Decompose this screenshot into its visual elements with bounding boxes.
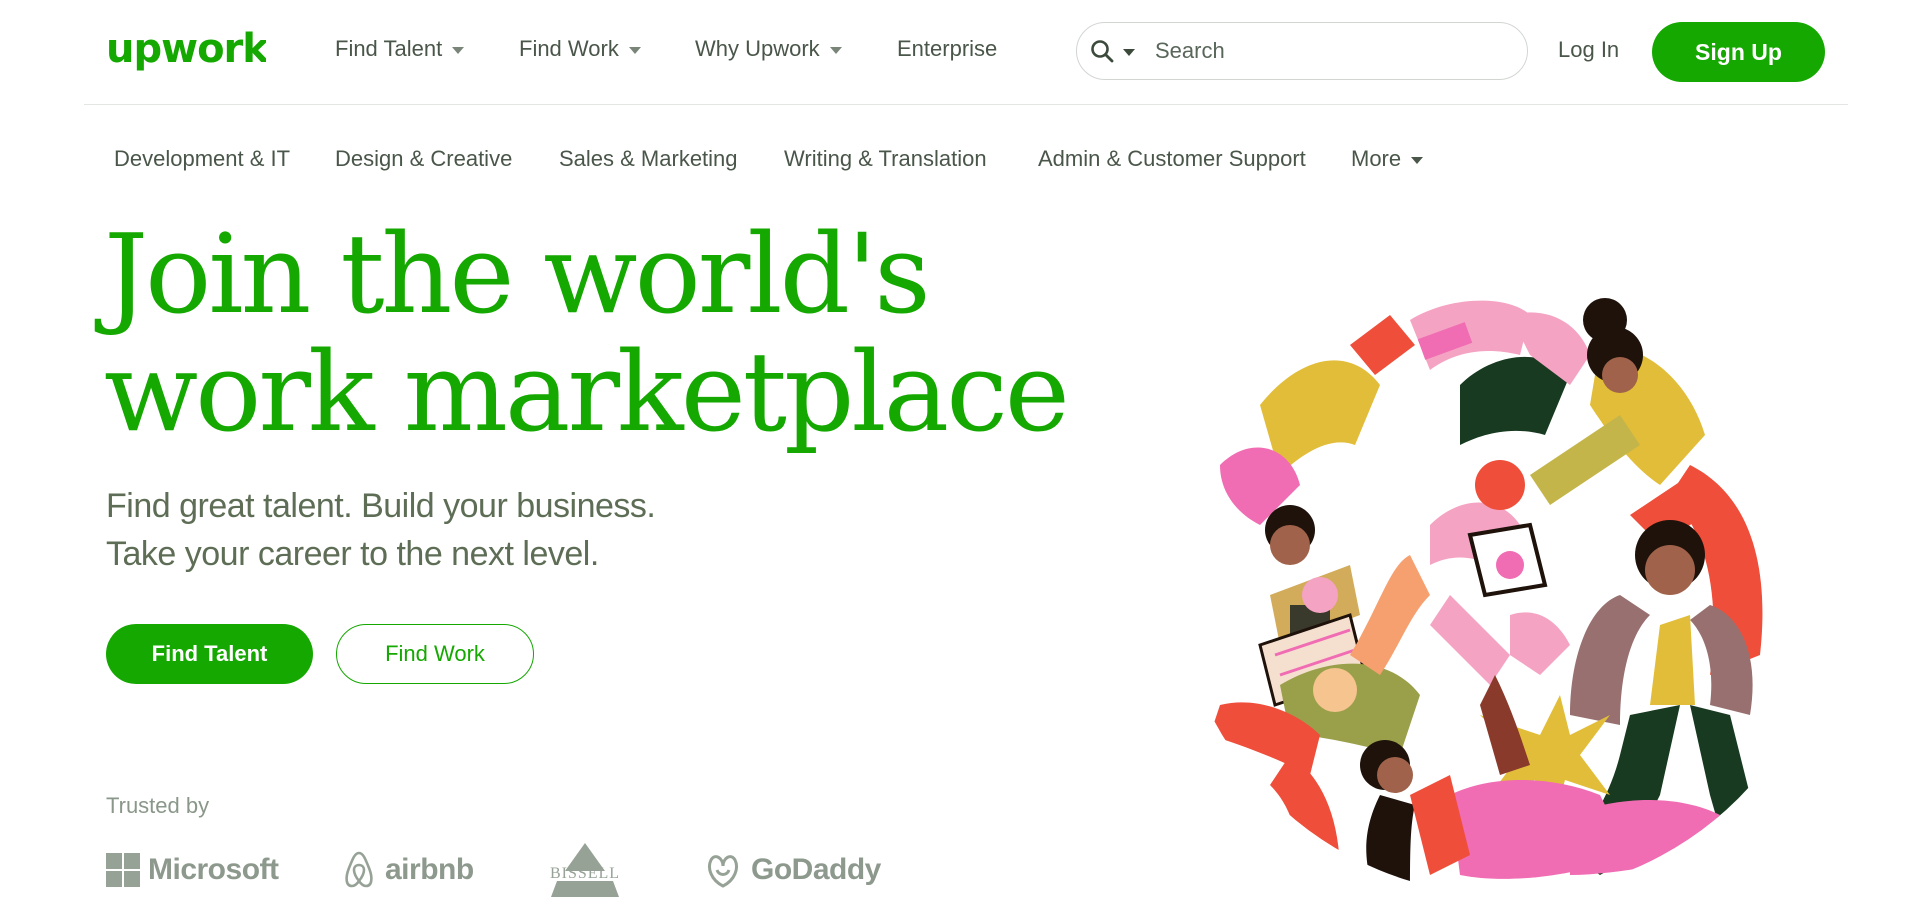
bissell-logo: BISSELL: [543, 843, 627, 897]
search-type-dropdown-icon[interactable]: [1123, 49, 1135, 56]
signup-button[interactable]: Sign Up: [1652, 22, 1825, 82]
hero-illustration: [1210, 298, 1770, 895]
hero-headline-line-2: work marketplace: [104, 328, 1070, 456]
airbnb-wordmark: airbnb: [385, 853, 474, 886]
airbnb-icon: [345, 851, 373, 888]
godaddy-logo: GoDaddy: [703, 846, 881, 894]
upwork-logo[interactable]: upwork: [106, 22, 266, 82]
nav-find-talent-label: Find Talent: [335, 36, 443, 61]
microsoft-icon: [106, 853, 140, 887]
category-sales-marketing[interactable]: Sales & Marketing: [559, 146, 738, 172]
category-more[interactable]: More: [1351, 146, 1424, 172]
chevron-down-icon: [1411, 157, 1424, 164]
nav-why-upwork-label: Why Upwork: [695, 36, 820, 61]
chevron-down-icon: [829, 47, 842, 54]
godaddy-icon: [708, 855, 738, 888]
hero-subheadline: Find great talent. Build your business. …: [106, 482, 656, 578]
login-link[interactable]: Log In: [1558, 37, 1619, 63]
hero-subheadline-line-2: Take your career to the next level.: [106, 535, 599, 573]
find-talent-button[interactable]: Find Talent: [106, 624, 313, 684]
category-development-it[interactable]: Development & IT: [114, 146, 290, 172]
nav-find-talent[interactable]: Find Talent: [335, 36, 465, 62]
nav-why-upwork[interactable]: Why Upwork: [695, 36, 842, 62]
microsoft-logo: Microsoft: [106, 846, 279, 894]
search-input[interactable]: [1153, 37, 1497, 65]
category-writing-translation[interactable]: Writing & Translation: [784, 146, 987, 172]
nav-find-work[interactable]: Find Work: [519, 36, 641, 62]
category-admin-customer-support[interactable]: Admin & Customer Support: [1038, 146, 1306, 172]
nav-enterprise[interactable]: Enterprise: [897, 36, 997, 62]
search-bar[interactable]: [1076, 22, 1528, 80]
hero-headline-line-1: Join the world's: [104, 210, 931, 338]
logo-text: upwork: [106, 26, 266, 72]
bissell-icon: BISSELL: [550, 843, 620, 897]
find-work-button[interactable]: Find Work: [336, 624, 534, 684]
category-design-creative[interactable]: Design & Creative: [335, 146, 512, 172]
microsoft-wordmark: Microsoft: [148, 853, 279, 886]
search-icon[interactable]: [1089, 38, 1115, 64]
top-navigation-bar: upwork Find Talent Find Work Why Upwork …: [0, 0, 1920, 105]
bissell-wordmark: BISSELL: [550, 865, 620, 882]
chevron-down-icon: [452, 47, 465, 54]
nav-enterprise-label: Enterprise: [897, 36, 998, 61]
chevron-down-icon: [628, 47, 641, 54]
godaddy-wordmark: GoDaddy: [751, 853, 881, 886]
header-divider: [84, 104, 1848, 105]
trusted-by-label: Trusted by: [106, 793, 210, 818]
hero-subheadline-line-1: Find great talent. Build your business.: [106, 487, 656, 525]
category-more-label: More: [1351, 146, 1402, 171]
hero-headline: Join the world's work marketplace: [104, 210, 1070, 456]
nav-find-work-label: Find Work: [519, 36, 619, 61]
airbnb-logo: airbnb: [341, 846, 474, 894]
